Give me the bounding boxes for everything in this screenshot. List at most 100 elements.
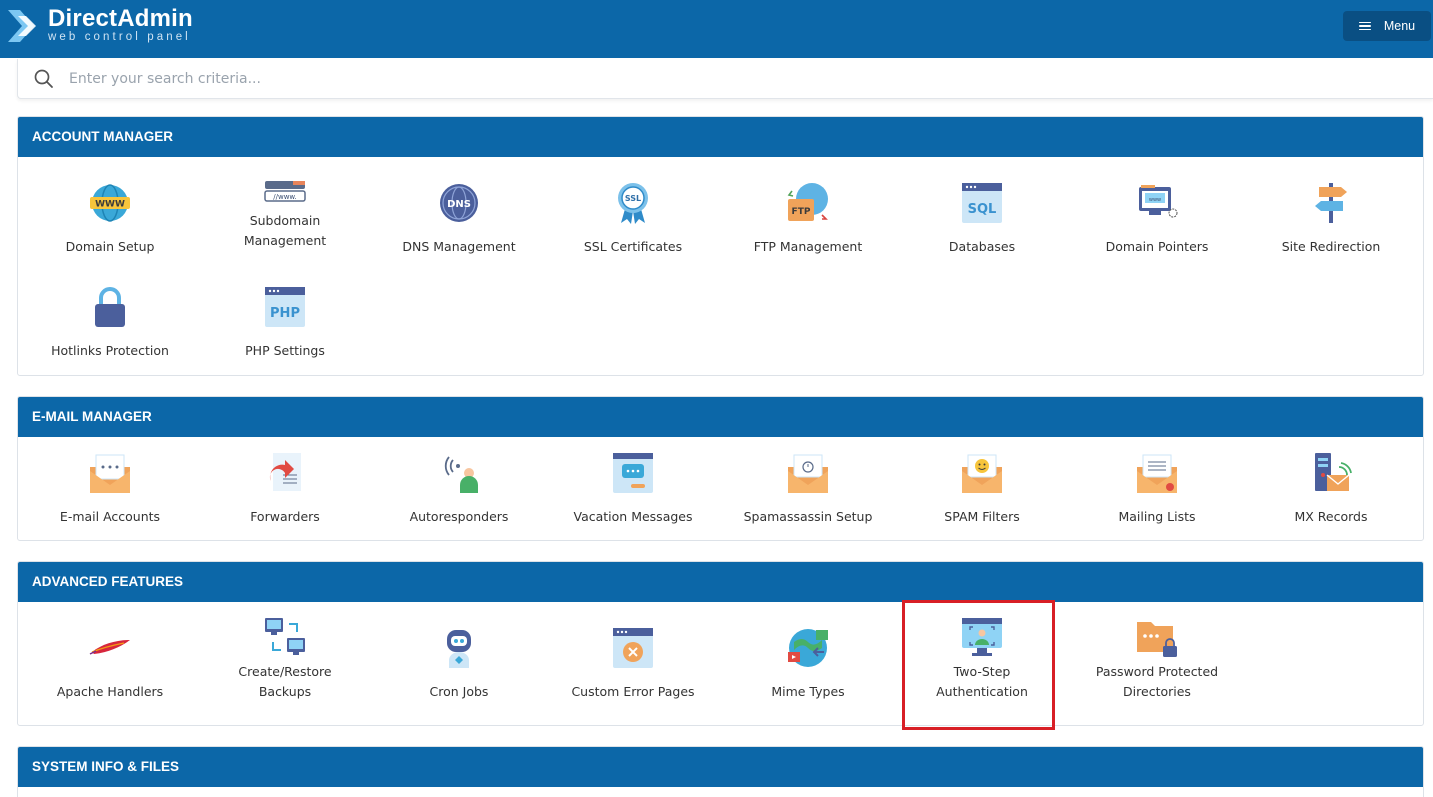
brand-title: DirectAdmin [48, 5, 193, 32]
mx-records-icon [1315, 453, 1352, 491]
item-spam-filters[interactable]: SPAM Filters [895, 451, 1069, 527]
section-title: ACCOUNT MANAGER [18, 117, 1423, 157]
svg-text:SQL: SQL [968, 202, 997, 217]
section-account-manager: ACCOUNT MANAGER WWW Domain Setup //www. … [17, 116, 1424, 376]
item-label: MX Records [1294, 509, 1368, 524]
item-subdomain-management[interactable]: //www. Subdomain Management [198, 177, 372, 251]
svg-text://www.: //www. [273, 193, 296, 201]
item-ssl-certificates[interactable]: SSL SSL Certificates [546, 181, 720, 257]
item-label: Create/Restore Backups [238, 664, 332, 699]
ftp-icon: FTP [787, 183, 828, 221]
svg-text:www: www [1149, 197, 1161, 203]
sql-database-icon: SQL [962, 183, 1002, 223]
item-apache-handlers[interactable]: Apache Handlers [23, 626, 197, 702]
item-email-accounts[interactable]: E-mail Accounts [23, 451, 197, 527]
section-system-info-files: SYSTEM INFO & FILES [17, 746, 1424, 797]
item-label: Domain Pointers [1105, 239, 1209, 254]
section-title: ADVANCED FEATURES [18, 562, 1423, 602]
item-php-settings[interactable]: PHP PHP Settings [198, 285, 372, 361]
item-password-protected-directories[interactable]: Password Protected Directories [1070, 616, 1244, 702]
hamburger-icon [1358, 21, 1371, 31]
item-label: Databases [948, 239, 1016, 254]
item-label: SSL Certificates [583, 239, 683, 254]
section-title: SYSTEM INFO & FILES [18, 747, 1423, 787]
item-label: PHP Settings [245, 343, 325, 358]
domain-pointer-icon: www [1139, 185, 1178, 218]
www-globe-icon: WWW [90, 184, 130, 222]
mailing-list-icon [1137, 454, 1177, 493]
item-label: Forwarders [250, 509, 320, 524]
item-label: E-mail Accounts [59, 509, 161, 524]
svg-text:PHP: PHP [270, 306, 300, 321]
item-spamassassin-setup[interactable]: Spamassassin Setup [721, 451, 895, 527]
svg-text:FTP: FTP [792, 207, 811, 217]
robot-icon [447, 630, 471, 668]
item-label: Hotlinks Protection [51, 343, 169, 358]
search-icon [34, 69, 53, 88]
item-databases[interactable]: SQL Databases [895, 181, 1069, 257]
item-create-restore-backups[interactable]: Create/Restore Backups [198, 616, 372, 702]
item-label: Cron Jobs [429, 684, 489, 699]
item-label: Password Protected Directories [1095, 664, 1219, 699]
search-input[interactable] [69, 70, 1269, 87]
item-label: FTP Management [753, 239, 863, 254]
item-label: Two-Step Authentication [936, 664, 1028, 699]
brand-subtitle: web control panel [48, 31, 191, 43]
svg-text:WWW: WWW [95, 200, 125, 210]
item-autoresponders[interactable]: Autoresponders [372, 451, 546, 527]
section-email-manager: E-MAIL MANAGER E-mail Accounts Forwarder… [17, 396, 1424, 541]
lock-icon [95, 287, 125, 327]
item-domain-pointers[interactable]: www Domain Pointers [1070, 181, 1244, 257]
top-bar: DirectAdmin web control panel Menu [0, 0, 1433, 58]
item-hotlinks-protection[interactable]: Hotlinks Protection [23, 285, 197, 361]
item-site-redirection[interactable]: Site Redirection [1244, 181, 1418, 257]
protected-folder-icon [1137, 622, 1177, 657]
item-domain-setup[interactable]: WWW Domain Setup [23, 181, 197, 257]
ssl-badge-icon: SSL [618, 183, 648, 224]
item-two-step-authentication[interactable]: Two-Step Authentication [895, 616, 1069, 702]
error-page-icon [613, 628, 653, 668]
item-cron-jobs[interactable]: Cron Jobs [372, 626, 546, 702]
item-label: Autoresponders [409, 509, 509, 524]
item-mime-types[interactable]: Mime Types [721, 626, 895, 702]
email-envelope-icon [90, 454, 130, 493]
search-bar [17, 59, 1433, 99]
item-label: Mime Types [771, 684, 845, 699]
dns-globe-icon: DNS [440, 184, 478, 222]
mime-types-icon [788, 629, 828, 667]
php-icon: PHP [265, 287, 305, 327]
item-label: Vacation Messages [573, 509, 693, 524]
item-label: Custom Error Pages [571, 684, 695, 699]
item-label: Domain Setup [65, 239, 155, 254]
apache-feather-icon [89, 640, 130, 655]
svg-text:DNS: DNS [447, 199, 471, 210]
directadmin-logo-icon [8, 10, 36, 42]
item-forwarders[interactable]: Forwarders [198, 451, 372, 527]
item-label: Spamassassin Setup [743, 509, 873, 524]
item-custom-error-pages[interactable]: Custom Error Pages [546, 626, 720, 702]
item-label: Site Redirection [1281, 239, 1381, 254]
item-label: SPAM Filters [944, 509, 1020, 524]
item-label: Subdomain Management [243, 213, 327, 248]
menu-button[interactable]: Menu [1343, 11, 1431, 41]
spam-filter-icon [962, 454, 1002, 493]
item-ftp-management[interactable]: FTP FTP Management [721, 181, 895, 257]
section-advanced-features: ADVANCED FEATURES Apache Handlers Create… [17, 561, 1424, 726]
item-mx-records[interactable]: MX Records [1244, 451, 1418, 527]
spamassassin-icon [788, 454, 828, 493]
menu-button-label: Menu [1383, 19, 1416, 33]
vacation-message-icon [613, 453, 653, 493]
item-label: Mailing Lists [1118, 509, 1196, 524]
item-mailing-lists[interactable]: Mailing Lists [1070, 451, 1244, 527]
svg-text:SSL: SSL [625, 194, 641, 203]
signpost-icon [1315, 183, 1347, 223]
subdomain-icon: //www. [264, 181, 306, 202]
brand-logo[interactable]: DirectAdmin web control panel [6, 6, 193, 46]
item-vacation-messages[interactable]: Vacation Messages [546, 451, 720, 527]
two-step-auth-icon [962, 618, 1002, 656]
forward-icon [269, 453, 301, 491]
autoresponder-icon [444, 456, 478, 493]
item-dns-management[interactable]: DNS DNS Management [372, 181, 546, 257]
backup-icon [265, 618, 305, 655]
item-label: DNS Management [402, 239, 516, 254]
